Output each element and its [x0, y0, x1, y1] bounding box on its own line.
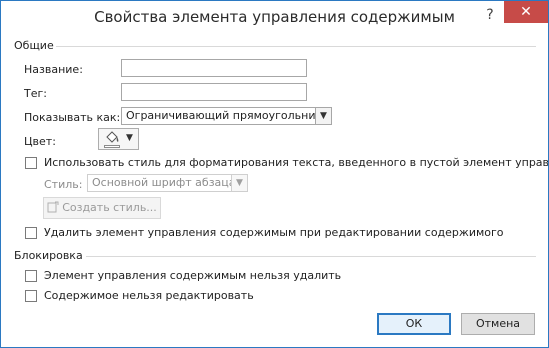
- color-picker-button[interactable]: ▼: [98, 128, 139, 150]
- cannot-delete-label: Элемент управления содержимым нельзя уда…: [44, 269, 342, 282]
- create-style-label: Создать стиль...: [62, 201, 157, 214]
- name-field[interactable]: [121, 59, 307, 77]
- style-label: Стиль:: [44, 178, 83, 191]
- content-control-properties-dialog: Свойства элемента управления содержимым …: [0, 0, 549, 348]
- use-style-checkbox[interactable]: [25, 157, 37, 169]
- cannot-edit-checkbox[interactable]: [25, 290, 37, 302]
- cannot-delete-checkbox[interactable]: [25, 270, 37, 282]
- color-swatch: [104, 145, 120, 148]
- paint-bucket-icon: [106, 131, 119, 143]
- name-label: Название:: [24, 63, 83, 76]
- general-section-divider: [56, 46, 536, 47]
- remove-on-edit-label: Удалить элемент управления содержимым пр…: [44, 226, 504, 239]
- cancel-button[interactable]: Отмена: [461, 313, 535, 335]
- cannot-edit-label: Содержимое нельзя редактировать: [44, 289, 254, 302]
- show-as-label: Показывать как:: [24, 111, 121, 124]
- new-style-icon: [47, 201, 59, 213]
- create-style-button[interactable]: Создать стиль...: [43, 197, 161, 219]
- chevron-down-icon: ▼: [126, 133, 133, 143]
- chevron-down-icon[interactable]: ▼: [315, 108, 331, 124]
- chevron-down-icon[interactable]: ▼: [231, 175, 247, 191]
- ok-button[interactable]: ОК: [377, 313, 451, 335]
- show-as-dropdown[interactable]: Ограничивающий прямоугольник ▼: [121, 107, 332, 125]
- dialog-title: Свойства элемента управления содержимым: [94, 8, 455, 26]
- general-section-label: Общие: [14, 39, 54, 52]
- help-button[interactable]: ?: [480, 5, 500, 25]
- tag-label: Тег:: [24, 87, 47, 100]
- close-button[interactable]: ✕: [504, 1, 548, 23]
- color-label: Цвет:: [24, 135, 56, 148]
- locking-section-divider: [86, 256, 536, 257]
- title-bar[interactable]: Свойства элемента управления содержимым …: [1, 1, 548, 33]
- style-value: Основной шрифт абзаца: [92, 176, 236, 189]
- remove-on-edit-checkbox[interactable]: [25, 227, 37, 239]
- tag-field[interactable]: [121, 83, 307, 101]
- show-as-value: Ограничивающий прямоугольник: [126, 109, 323, 122]
- style-dropdown[interactable]: Основной шрифт абзаца ▼: [87, 174, 248, 192]
- locking-section-label: Блокировка: [14, 249, 83, 262]
- use-style-label: Использовать стиль для форматирования те…: [44, 156, 549, 169]
